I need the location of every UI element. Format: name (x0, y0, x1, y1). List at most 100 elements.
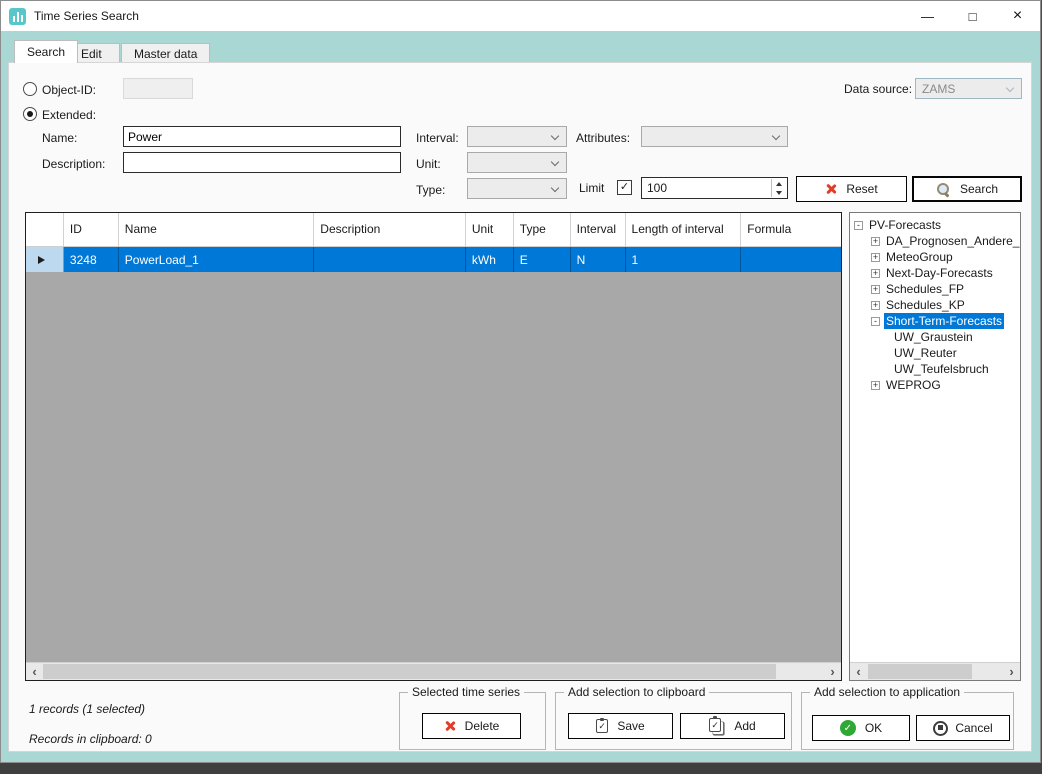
grid-horizontal-scrollbar[interactable]: ‹ › (26, 662, 841, 680)
limit-spinner[interactable]: 100 (641, 177, 788, 199)
interval-dropdown[interactable] (467, 126, 567, 147)
tree-item-pv-forecasts[interactable]: -PV-Forecasts (850, 217, 1020, 233)
save-button[interactable]: ✓ Save (568, 713, 673, 739)
expand-plus-icon[interactable]: + (871, 269, 880, 278)
add-button[interactable]: ✓ Add (680, 713, 785, 739)
tab-master-data[interactable]: Master data (121, 43, 210, 63)
app-bar-chart-icon (9, 8, 26, 25)
tree-item-label: MeteoGroup (884, 249, 955, 265)
grid-header-length-of-interval[interactable]: Length of interval (626, 213, 742, 246)
description-label: Description: (42, 157, 105, 171)
background-window-strip (0, 763, 1042, 774)
tree-item-label: DA_Prognosen_Andere_ (884, 233, 1021, 249)
results-grid: ID Name Description Unit Type Interval L… (25, 212, 842, 681)
tree-item-schedules-kp[interactable]: +Schedules_KP (850, 297, 1020, 313)
minimize-button[interactable]: — (905, 1, 950, 31)
group-title: Add selection to application (810, 685, 964, 699)
expand-plus-icon[interactable]: + (871, 285, 880, 294)
cell-description (314, 247, 466, 272)
tree-item-next-day-forecasts[interactable]: +Next-Day-Forecasts (850, 265, 1020, 281)
scroll-right-icon[interactable]: › (1003, 663, 1020, 680)
scroll-right-icon[interactable]: › (824, 663, 841, 680)
grid-header-name[interactable]: Name (119, 213, 314, 246)
clipboard-check-icon: ✓ (596, 719, 608, 733)
tree-scrollbar-thumb[interactable] (868, 664, 972, 679)
tree-item-uw-reuter[interactable]: UW_Reuter (850, 345, 1020, 361)
tree-item-label: UW_Graustein (892, 329, 975, 345)
tree-item-label: PV-Forecasts (867, 217, 943, 233)
red-cross-icon (444, 720, 456, 732)
chevron-down-icon (1006, 84, 1014, 92)
tree-item-schedules-fp[interactable]: +Schedules_FP (850, 281, 1020, 297)
search-button[interactable]: Search (912, 176, 1022, 202)
tree-item-da-prognosen[interactable]: + DA_Prognosen_Andere_ (850, 233, 1020, 249)
cancel-button[interactable]: Cancel (916, 715, 1010, 741)
close-button[interactable]: × (995, 1, 1040, 31)
grid-header-interval[interactable]: Interval (571, 213, 626, 246)
tree-item-label: WEPROG (884, 377, 943, 393)
name-input[interactable] (123, 126, 401, 147)
attributes-label: Attributes: (576, 131, 630, 145)
tab-search[interactable]: Search (14, 40, 78, 63)
type-label: Type: (416, 183, 445, 197)
name-label: Name: (42, 131, 77, 145)
unit-label: Unit: (416, 157, 441, 171)
expand-plus-icon[interactable]: + (871, 301, 880, 310)
grid-header-unit[interactable]: Unit (466, 213, 514, 246)
reset-button[interactable]: Reset (796, 176, 907, 202)
tree-item-weprog[interactable]: + WEPROG (850, 377, 1020, 393)
grid-header-type[interactable]: Type (514, 213, 571, 246)
grid-header-id[interactable]: ID (64, 213, 119, 246)
limit-checkbox[interactable]: ✓ (617, 180, 632, 195)
row-selector-cell[interactable] (26, 247, 64, 272)
attributes-dropdown[interactable] (641, 126, 788, 147)
tree-item-uw-graustein[interactable]: UW_Graustein (850, 329, 1020, 345)
tree-item-short-term-forecasts[interactable]: -Short-Term-Forecasts (850, 313, 1020, 329)
collapse-minus-icon[interactable]: - (871, 317, 880, 326)
grid-header-row: ID Name Description Unit Type Interval L… (26, 213, 841, 247)
scroll-left-icon[interactable]: ‹ (850, 663, 867, 680)
row-marker-icon (38, 256, 45, 264)
clipboard-copy-check-icon: ✓ (709, 718, 721, 732)
grid-scrollbar-thumb[interactable] (43, 664, 776, 679)
unit-dropdown[interactable] (467, 152, 567, 173)
spin-up-button[interactable] (772, 179, 786, 188)
tree-item-uw-teufelsbruch[interactable]: UW_Teufelsbruch (850, 361, 1020, 377)
check-icon: ✓ (620, 181, 629, 193)
description-input[interactable] (123, 152, 401, 173)
extended-radio[interactable] (23, 107, 37, 121)
object-id-label: Object-ID: (42, 83, 96, 97)
forecast-tree: -PV-Forecasts +DA_Prognosen_Andere_ +Met… (849, 212, 1021, 681)
records-status: 1 records (1 selected) (29, 702, 145, 716)
chevron-down-icon (772, 132, 780, 140)
expand-plus-icon[interactable]: + (871, 381, 880, 390)
cell-length-of-interval: 1 (626, 247, 742, 272)
expand-plus-icon[interactable]: + (871, 237, 880, 246)
cell-formula (741, 247, 841, 272)
extended-label: Extended: (42, 108, 96, 122)
object-id-input[interactable] (123, 78, 193, 99)
data-source-dropdown[interactable]: ZAMS (915, 78, 1022, 99)
expand-plus-icon[interactable]: + (871, 253, 880, 262)
grid-header-description[interactable]: Description (314, 213, 466, 246)
title-bar: Time Series Search — □ × (1, 1, 1040, 31)
delete-button[interactable]: Delete (422, 713, 521, 739)
add-button-label: Add (734, 719, 755, 733)
chevron-down-icon (551, 158, 559, 166)
tree-item-meteogroup[interactable]: + MeteoGroup (850, 249, 1020, 265)
cancel-button-label: Cancel (955, 721, 992, 735)
maximize-button[interactable]: □ (950, 1, 995, 31)
object-id-radio[interactable] (23, 82, 37, 96)
tree-horizontal-scrollbar[interactable]: ‹ › (850, 662, 1020, 680)
interval-label: Interval: (416, 131, 459, 145)
grid-header-formula[interactable]: Formula (741, 213, 841, 246)
ok-button[interactable]: ✓ OK (812, 715, 910, 741)
collapse-minus-icon[interactable]: - (854, 221, 863, 230)
data-source-label: Data source: (844, 82, 912, 96)
scroll-left-icon[interactable]: ‹ (26, 663, 43, 680)
cell-name: PowerLoad_1 (119, 247, 314, 272)
type-dropdown[interactable] (467, 178, 567, 199)
window-title: Time Series Search (34, 9, 139, 23)
table-row[interactable]: 3248 PowerLoad_1 kWh E N 1 (26, 247, 841, 272)
spin-down-button[interactable] (772, 188, 786, 197)
